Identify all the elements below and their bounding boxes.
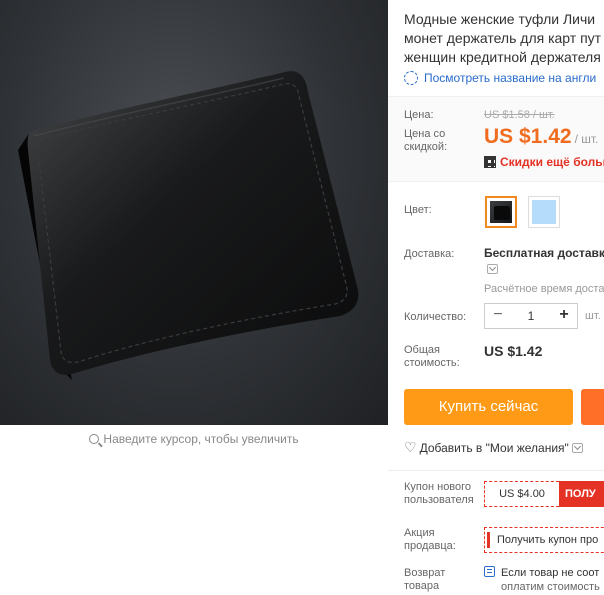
- color-swatch-light-blue[interactable]: [528, 196, 560, 228]
- more-discounts-link[interactable]: Скидки ещё больш: [484, 155, 604, 169]
- discount-price-label: Цена со скидкой:: [404, 128, 447, 154]
- original-price: US $1.58 / шт.: [484, 109, 555, 121]
- new-user-coupon[interactable]: US $4.00 ПОЛУ: [484, 481, 604, 507]
- buy-now-button[interactable]: Купить сейчас: [404, 389, 573, 425]
- total-label-line: стоимость:: [404, 357, 460, 369]
- shipping-label: Доставка:: [404, 248, 455, 260]
- total-label: Общая стоимость:: [404, 344, 460, 370]
- qr-code-icon: [484, 156, 496, 168]
- add-to-cart-button[interactable]: [581, 389, 604, 425]
- returns-line: Если товар не соот: [501, 567, 600, 579]
- product-title: Модные женские туфли Личи монет держател…: [404, 10, 604, 67]
- wallet-photo: [18, 71, 359, 380]
- quantity-increase-button[interactable]: +: [551, 304, 577, 328]
- zoom-hint: Наведите курсор, чтобы увеличить: [0, 426, 388, 452]
- returns-info: Если товар не соот оплатим стоимость: [484, 566, 600, 594]
- seller-promo-label-line: Акция: [404, 527, 435, 539]
- chevron-down-icon[interactable]: [571, 443, 583, 453]
- translate-icon: [404, 71, 418, 85]
- black-wallet-thumbnail: [490, 201, 512, 223]
- total-label-line: Общая: [404, 344, 440, 356]
- wishlist-text: Добавить в "Мои желания": [419, 441, 569, 455]
- price-unit: / шт.: [574, 132, 599, 146]
- shipping-estimate: Расчётное время достав: [484, 283, 604, 295]
- new-user-coupon-label-line: Купон нового: [404, 481, 472, 493]
- document-icon: [484, 566, 495, 577]
- translate-title-link[interactable]: Посмотреть название на англи: [404, 71, 596, 85]
- returns-label-line: Возврат: [404, 567, 446, 579]
- translate-link-text: Посмотреть название на англи: [424, 71, 597, 85]
- heart-icon: ♡: [404, 439, 417, 455]
- light-blue-fill: [532, 200, 556, 224]
- price-box: Цена: US $1.58 / шт. Цена со скидкой: US…: [388, 96, 604, 182]
- add-to-wishlist-link[interactable]: ♡ Добавить в "Мои желания": [404, 439, 583, 456]
- get-coupon-button[interactable]: ПОЛУ: [559, 481, 604, 507]
- divider: [388, 470, 604, 471]
- quantity-unit: шт.: [585, 310, 601, 322]
- coupon-amount: US $4.00: [484, 481, 559, 507]
- chevron-down-icon[interactable]: [487, 264, 498, 274]
- color-label: Цвет:: [404, 204, 432, 216]
- product-title-line: женщин кредитной держателя: [404, 49, 601, 65]
- returns-label: Возврат товара: [404, 567, 445, 593]
- new-user-coupon-label: Купон нового пользователя: [404, 481, 474, 507]
- returns-label-line: товара: [404, 580, 440, 592]
- returns-line: оплатим стоимость: [501, 581, 600, 593]
- quantity-stepper: − 1 +: [484, 303, 578, 329]
- new-user-coupon-label-line: пользователя: [404, 494, 474, 506]
- seller-promo-label-line: продавца:: [404, 540, 456, 552]
- total-price: US $1.42: [484, 343, 543, 359]
- quantity-input[interactable]: 1: [511, 304, 551, 328]
- seller-promo-label: Акция продавца:: [404, 527, 456, 553]
- discount-price-label-line: Цена со: [404, 128, 446, 140]
- quantity-label: Количество:: [404, 311, 467, 323]
- discount-price-label-line: скидкой:: [404, 141, 448, 153]
- product-title-line: Модные женские туфли Личи: [404, 11, 596, 27]
- magnifier-icon: [89, 434, 100, 444]
- product-info-panel: Модные женские туфли Личи монет держател…: [388, 0, 604, 595]
- more-discounts-text: Скидки ещё больш: [500, 155, 604, 169]
- product-title-line: монет держатель для карт пут: [404, 30, 602, 46]
- discounted-price-value: US $1.42: [484, 125, 572, 148]
- discounted-price: US $1.42/ шт.: [484, 125, 598, 149]
- zoom-hint-text: Наведите курсор, чтобы увеличить: [103, 432, 299, 446]
- color-swatch-black[interactable]: [485, 196, 517, 228]
- quantity-decrease-button[interactable]: −: [485, 304, 511, 328]
- seller-coupon-button[interactable]: Получить купон про: [484, 527, 604, 553]
- shipping-method: Бесплатная доставка: [484, 246, 604, 260]
- product-image[interactable]: [0, 0, 388, 425]
- price-label: Цена:: [404, 109, 434, 121]
